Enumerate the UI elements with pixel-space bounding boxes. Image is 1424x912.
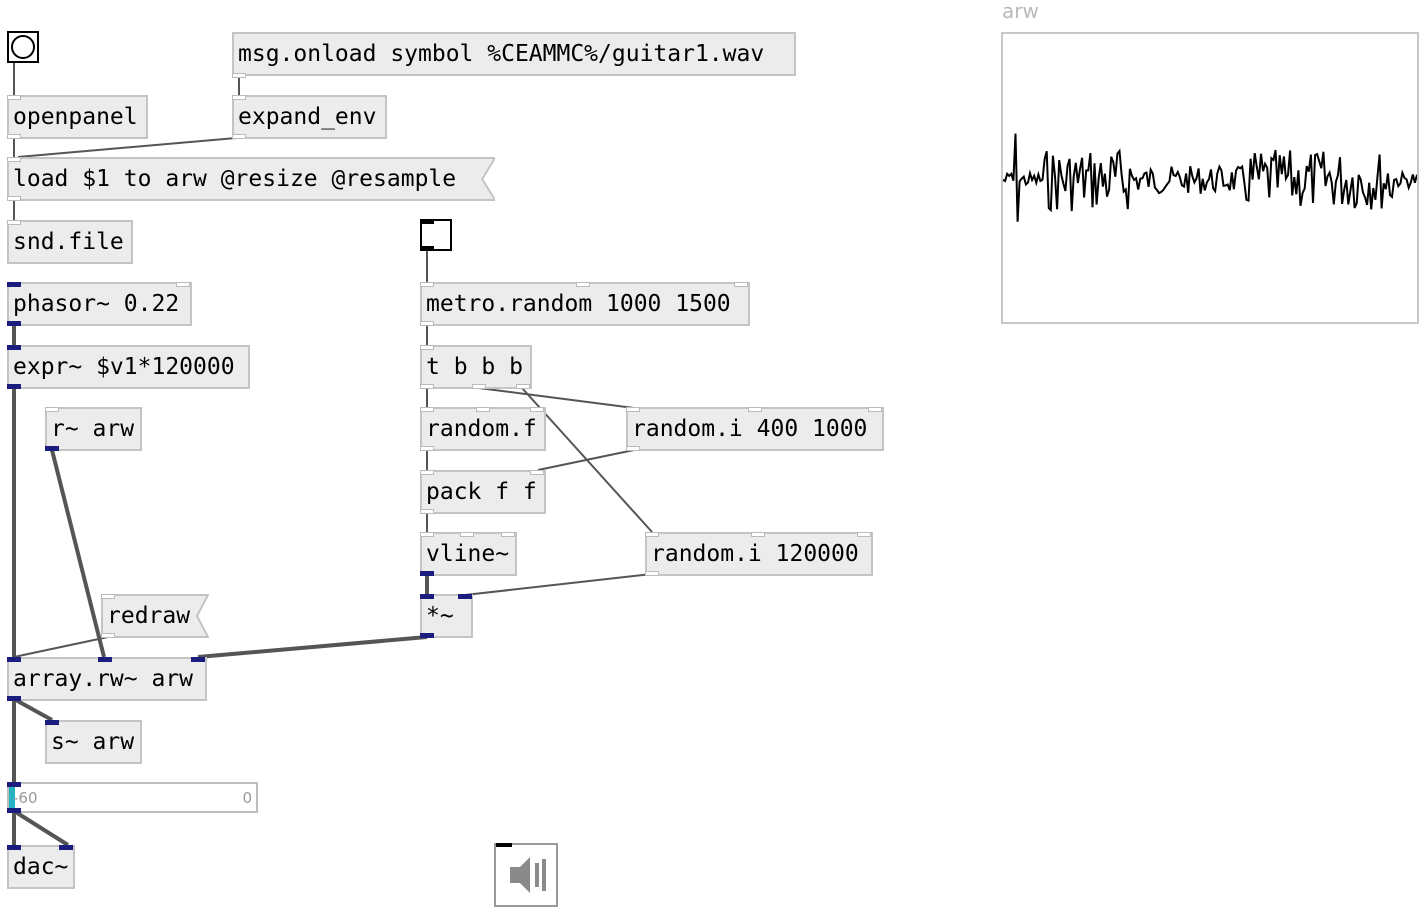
inlet[interactable]	[420, 407, 434, 412]
signal-inlet[interactable]	[7, 782, 21, 787]
wire-trigger-randomi	[478, 387, 635, 409]
outlet[interactable]	[420, 384, 434, 389]
inlet[interactable]	[857, 532, 871, 537]
inlet[interactable]	[420, 345, 434, 350]
metro-random-object[interactable]: metro.random 1000 1500	[420, 282, 750, 326]
redraw-message[interactable]: redraw	[101, 594, 209, 638]
toggle-outlet[interactable]	[420, 246, 434, 251]
wire-randomi2-mul	[464, 573, 653, 596]
outlet[interactable]	[626, 446, 640, 451]
inlet[interactable]	[45, 407, 59, 412]
inlet[interactable]	[530, 407, 544, 412]
inlet[interactable]	[176, 282, 190, 287]
signal-inlet[interactable]	[45, 720, 59, 725]
wire-redraw-arrayrw	[13, 636, 109, 658]
speaker-icon[interactable]	[494, 843, 558, 907]
dac-object[interactable]: dac~	[7, 845, 75, 889]
inlet[interactable]	[460, 532, 474, 537]
inlet[interactable]	[645, 532, 659, 537]
outlet[interactable]	[420, 446, 434, 451]
load-message-text: load $1 to arw @resize @resample	[13, 166, 457, 192]
phasor-object[interactable]: phasor~ 0.22	[7, 282, 192, 326]
signal-inlet[interactable]	[7, 657, 21, 662]
inlet[interactable]	[420, 532, 434, 537]
signal-outlet[interactable]	[7, 321, 21, 326]
inlet[interactable]	[530, 470, 544, 475]
array-graph[interactable]	[1001, 32, 1419, 324]
load-message[interactable]: load $1 to arw @resize @resample	[7, 157, 495, 201]
toggle-inlet[interactable]	[420, 219, 434, 224]
send-arw-object[interactable]: s~ arw	[45, 720, 142, 764]
inlet[interactable]	[420, 282, 434, 287]
array-rw-object[interactable]: array.rw~ arw	[7, 657, 207, 701]
signal-inlet-left[interactable]	[7, 845, 21, 850]
receive-arw-object[interactable]: r~ arw	[45, 407, 142, 451]
onload-message-object[interactable]: msg.onload symbol %CEAMMC%/guitar1.wav	[232, 32, 796, 76]
outlet[interactable]	[472, 384, 486, 389]
signal-outlet[interactable]	[7, 808, 21, 813]
openpanel-object[interactable]: openpanel	[7, 95, 148, 139]
signal-outlet[interactable]	[420, 571, 434, 576]
wire-mul-arrayrw	[197, 635, 428, 659]
signal-outlet[interactable]	[45, 446, 59, 451]
outlet[interactable]	[101, 633, 115, 638]
bang-icon[interactable]	[7, 31, 39, 63]
outlet[interactable]	[645, 571, 659, 576]
signal-inlet[interactable]	[7, 282, 21, 287]
signal-outlet[interactable]	[7, 696, 21, 701]
signal-inlet[interactable]	[458, 594, 472, 599]
outlet[interactable]	[232, 73, 246, 78]
level-meter[interactable]: -60 0	[7, 782, 258, 813]
inlet[interactable]	[626, 407, 640, 412]
pack-object[interactable]: pack f f	[420, 470, 546, 514]
inlet[interactable]	[501, 532, 515, 537]
inlet[interactable]	[576, 282, 590, 287]
array-waveform	[1002, 133, 1418, 222]
random-i-max-object[interactable]: random.i 120000	[645, 532, 873, 576]
inlet[interactable]	[868, 407, 882, 412]
signal-inlet[interactable]	[98, 657, 112, 662]
level-meter-min-label: -60	[13, 789, 38, 807]
outlet[interactable]	[516, 384, 530, 389]
random-i-range-object[interactable]: random.i 400 1000	[626, 407, 884, 451]
outlet[interactable]	[7, 196, 21, 201]
outlet[interactable]	[420, 509, 434, 514]
inlet[interactable]	[420, 470, 434, 475]
vline-object[interactable]: vline~	[420, 532, 517, 576]
outlet[interactable]	[420, 321, 434, 326]
signal-inlet[interactable]	[191, 657, 205, 662]
signal-inlet[interactable]	[420, 594, 434, 599]
signal-outlet[interactable]	[420, 633, 434, 638]
inlet[interactable]	[476, 407, 490, 412]
wire-randomi-pack	[537, 449, 635, 471]
snd-file-object[interactable]: snd.file	[7, 220, 133, 264]
wire-arrayrw-sarw	[13, 697, 53, 722]
inlet[interactable]	[751, 532, 765, 537]
redraw-message-text: redraw	[107, 603, 191, 629]
random-f-object[interactable]: random.f	[420, 407, 546, 451]
level-meter-max-label: 0	[242, 789, 252, 807]
expand-env-object[interactable]: expand_env	[232, 95, 387, 139]
bang-circle	[11, 35, 35, 59]
wire-rarw-arrayrw	[50, 449, 106, 658]
inlet[interactable]	[232, 95, 246, 100]
outlet[interactable]	[7, 134, 21, 139]
inlet[interactable]	[101, 594, 115, 599]
expr-object[interactable]: expr~ $v1*120000	[7, 345, 250, 389]
speaker-glyph	[510, 857, 546, 893]
signal-inlet[interactable]	[7, 345, 21, 350]
multiply-object[interactable]: *~	[420, 594, 473, 638]
wire-expandenv-load	[17, 137, 237, 158]
inlet[interactable]	[748, 407, 762, 412]
inlet[interactable]	[7, 157, 21, 162]
signal-outlet[interactable]	[7, 384, 21, 389]
patch-canvas: msg.onload symbol %CEAMMC%/guitar1.wav o…	[0, 0, 1424, 912]
trigger-object[interactable]: t b b b	[420, 345, 532, 389]
outlet[interactable]	[232, 134, 246, 139]
inlet[interactable]	[7, 95, 21, 100]
signal-inlet-right[interactable]	[59, 845, 73, 850]
wire-vu-dac-right	[12, 809, 70, 847]
inlet[interactable]	[7, 220, 21, 225]
inlet[interactable]	[734, 282, 748, 287]
